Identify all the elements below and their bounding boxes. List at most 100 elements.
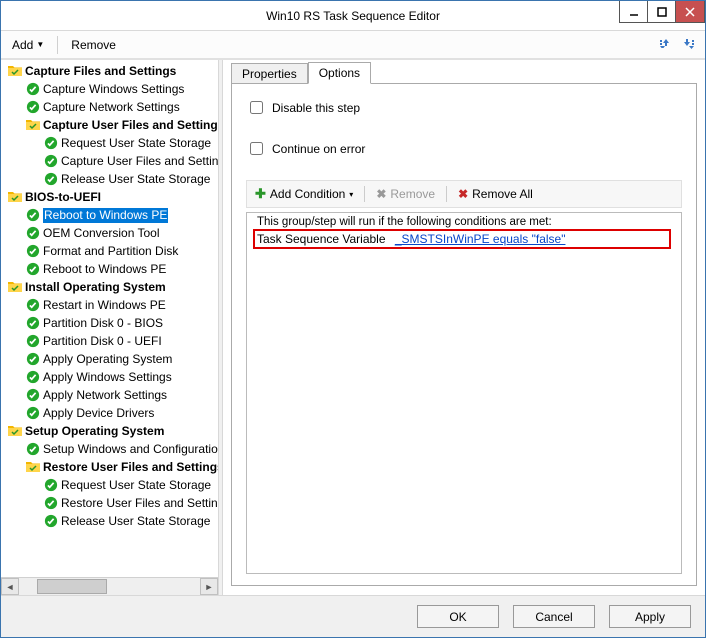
scroll-right-button[interactable]: ► [200, 578, 218, 595]
disable-step-checkbox[interactable] [250, 101, 263, 114]
remove-condition-button[interactable]: ✖ Remove [371, 184, 440, 204]
tab-properties[interactable]: Properties [231, 63, 308, 84]
check-icon [25, 315, 41, 331]
x-icon: ✖ [376, 187, 386, 201]
add-condition-button[interactable]: ✚ Add Condition ▾ [250, 183, 358, 205]
tree-item[interactable]: OEM Conversion Tool [1, 224, 218, 242]
tree-item-label: Capture User Files and Settings [43, 118, 218, 133]
folder-icon [25, 117, 41, 133]
tree-item[interactable]: Install Operating System [1, 278, 218, 296]
tree-item[interactable]: Apply Operating System [1, 350, 218, 368]
tree-item[interactable]: Apply Network Settings [1, 386, 218, 404]
check-icon [25, 261, 41, 277]
tree-item-label: Request User State Storage [61, 478, 211, 493]
remove-button[interactable]: Remove [64, 35, 123, 55]
tree-view[interactable]: Capture Files and SettingsCapture Window… [1, 60, 218, 577]
scroll-thumb[interactable] [37, 579, 107, 594]
tree-item[interactable]: Partition Disk 0 - UEFI [1, 332, 218, 350]
options-tab-content: Disable this step Continue on error ✚ Ad… [231, 83, 697, 586]
continue-error-checkbox[interactable] [250, 142, 263, 155]
check-icon [43, 495, 59, 511]
tree-item[interactable]: Setup Operating System [1, 422, 218, 440]
plus-icon: ✚ [255, 186, 266, 202]
tree-item-label: Partition Disk 0 - UEFI [43, 334, 162, 349]
tree-item[interactable]: Request User State Storage [1, 134, 218, 152]
tree-item-label: Restore User Files and Settings [43, 460, 218, 475]
remove-all-button[interactable]: ✖ Remove All [453, 184, 538, 204]
tree-item-label: Setup Operating System [25, 424, 164, 439]
tree-item[interactable]: BIOS-to-UEFI [1, 188, 218, 206]
check-icon [43, 171, 59, 187]
toolbar-separator [57, 36, 58, 54]
check-icon [25, 441, 41, 457]
cond-separator [364, 186, 365, 202]
conditions-box: This group/step will run if the followin… [246, 212, 682, 574]
check-icon [43, 513, 59, 529]
folder-icon [7, 279, 23, 295]
cancel-button[interactable]: Cancel [513, 605, 595, 628]
horizontal-scrollbar[interactable]: ◄ ► [1, 577, 218, 595]
tree-item[interactable]: Capture Files and Settings [1, 62, 218, 80]
condition-highlight: Task Sequence Variable _SMSTSInWinPE equ… [253, 229, 671, 249]
window: Win10 RS Task Sequence Editor Add ▼ Remo… [0, 0, 706, 638]
right-panel: Properties Options Disable this step Con… [223, 60, 705, 595]
tree-item-label: Install Operating System [25, 280, 166, 295]
move-up-button[interactable] [653, 34, 675, 56]
tree-item[interactable]: Release User State Storage [1, 512, 218, 530]
tree-item-label: Apply Network Settings [43, 388, 167, 403]
remove-all-label: Remove All [472, 187, 533, 201]
ok-button[interactable]: OK [417, 605, 499, 628]
tree-item[interactable]: Format and Partition Disk [1, 242, 218, 260]
folder-icon [7, 423, 23, 439]
tree-item[interactable]: Apply Windows Settings [1, 368, 218, 386]
tree-item[interactable]: Capture Windows Settings [1, 80, 218, 98]
body: Capture Files and SettingsCapture Window… [1, 59, 705, 595]
add-button[interactable]: Add ▼ [5, 35, 51, 55]
close-button[interactable] [676, 1, 704, 22]
tree-item[interactable]: Partition Disk 0 - BIOS [1, 314, 218, 332]
tree-item-label: Request User State Storage [61, 136, 211, 151]
tree-item[interactable]: Reboot to Windows PE [1, 260, 218, 278]
tree-item[interactable]: Restore User Files and Settings [1, 458, 218, 476]
tree-item[interactable]: Reboot to Windows PE [1, 206, 218, 224]
scroll-left-button[interactable]: ◄ [1, 578, 19, 595]
disable-step-label: Disable this step [272, 101, 360, 115]
condition-row[interactable]: Task Sequence Variable _SMSTSInWinPE equ… [257, 232, 565, 246]
dropdown-arrow-icon: ▼ [36, 40, 44, 49]
cond-separator [446, 186, 447, 202]
conditions-header: This group/step will run if the followin… [253, 215, 675, 229]
tree-item[interactable]: Capture User Files and Settings [1, 116, 218, 134]
tree-item[interactable]: Capture User Files and Settings [1, 152, 218, 170]
tree-item-label: Release User State Storage [61, 514, 210, 529]
check-icon [43, 135, 59, 151]
tree-panel: Capture Files and SettingsCapture Window… [1, 60, 218, 595]
move-down-button[interactable] [679, 34, 701, 56]
tree-item-label: Capture Network Settings [43, 100, 180, 115]
tree-item[interactable]: Restore User Files and Settings [1, 494, 218, 512]
toolbar-right [653, 34, 701, 56]
tree-item[interactable]: Release User State Storage [1, 170, 218, 188]
tree-item[interactable]: Capture Network Settings [1, 98, 218, 116]
continue-error-label: Continue on error [272, 142, 365, 156]
tabs: Properties Options [227, 60, 705, 84]
tree-item[interactable]: Setup Windows and Configuration [1, 440, 218, 458]
tree-item-label: Apply Windows Settings [43, 370, 172, 385]
conditions-toolbar: ✚ Add Condition ▾ ✖ Remove ✖ Remove All [246, 180, 682, 208]
tree-item[interactable]: Apply Device Drivers [1, 404, 218, 422]
tree-item-label: Apply Device Drivers [43, 406, 154, 421]
minimize-button[interactable] [620, 1, 648, 22]
window-buttons [619, 1, 705, 23]
apply-button[interactable]: Apply [609, 605, 691, 628]
add-condition-label: Add Condition [270, 187, 345, 201]
scroll-track[interactable] [19, 578, 200, 595]
tab-options[interactable]: Options [308, 62, 371, 84]
tree-item-label: Setup Windows and Configuration [43, 442, 218, 457]
tree-item-label: Partition Disk 0 - BIOS [43, 316, 163, 331]
tree-item[interactable]: Restart in Windows PE [1, 296, 218, 314]
check-icon [25, 369, 41, 385]
tree-item[interactable]: Request User State Storage [1, 476, 218, 494]
maximize-button[interactable] [648, 1, 676, 22]
remove-label: Remove [71, 38, 116, 52]
condition-link[interactable]: _SMSTSInWinPE equals "false" [395, 232, 566, 246]
tree-item-label: Capture User Files and Settings [61, 154, 218, 169]
